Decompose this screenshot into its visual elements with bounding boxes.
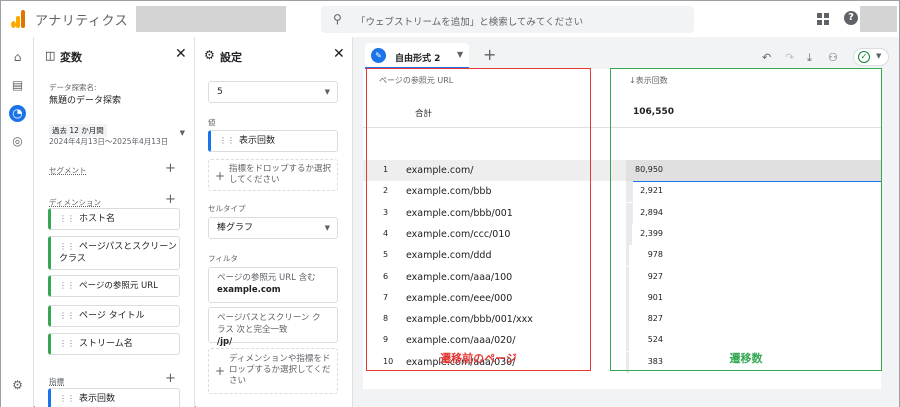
top-bar: アナリティクス ⚲ 「ウェブストリームを追加」と検索してみてください ?: [1, 1, 899, 37]
metric-label: 表示回数: [79, 394, 116, 404]
rows-select[interactable]: 5 ▼: [208, 81, 338, 103]
reports-icon[interactable]: ▤: [9, 77, 26, 94]
filter-condition: ページパスとスクリーン クラス 次と完全一致: [217, 313, 321, 335]
app-title: アナリティクス: [35, 14, 129, 29]
filter-card[interactable]: ページパスとスクリーン クラス 次と完全一致 /jp/: [208, 307, 338, 347]
metric-chip[interactable]: ⋮⋮ 表示回数: [48, 388, 180, 407]
settings-gear-icon: ⚙: [204, 48, 215, 62]
rows-select-value: 5: [217, 87, 223, 97]
variables-icon: ◫: [45, 49, 56, 62]
account-selector[interactable]: [136, 6, 286, 32]
dimension-chip[interactable]: ⋮⋮ ホスト名: [48, 208, 180, 230]
drag-handle-icon[interactable]: ⋮⋮: [59, 242, 75, 251]
date-range-selector[interactable]: 過去 12 か月間 2024年4月13日～2025年4月13日 ▼: [45, 121, 187, 149]
value-chip[interactable]: ⋮⋮ 表示回数: [208, 130, 338, 152]
search-icon: ⚲: [333, 12, 342, 26]
settings-panel: ⚙ 設定 ✕ 5 ▼ 値 ⋮⋮ 表示回数 + 指標をドロップするか選択してください …: [196, 37, 353, 407]
exploration-name-label: データ探索名:: [49, 83, 97, 92]
advertising-icon[interactable]: ◎: [9, 133, 26, 150]
insights-status-button[interactable]: ✓ ▼: [853, 48, 889, 66]
chevron-down-icon: ▼: [324, 224, 330, 232]
cell-type-label: セルタイプ: [208, 204, 246, 213]
drop-dimension-text: ディメンションや指標をドロップするか選択してください: [229, 354, 331, 386]
tab-label: 自由形式 2: [395, 54, 441, 64]
dimension-label: ページ タイトル: [79, 311, 145, 321]
drag-handle-icon[interactable]: ⋮⋮: [219, 136, 235, 145]
chevron-down-icon: ▼: [876, 52, 882, 60]
plus-icon: +: [215, 169, 226, 183]
check-icon: ✓: [858, 51, 870, 63]
left-nav-rail: ⌂ ▤ ◔ ◎ ⚙: [1, 37, 34, 407]
drag-handle-icon[interactable]: ⋮⋮: [59, 311, 75, 320]
chevron-down-icon: ▼: [179, 129, 185, 137]
search-placeholder[interactable]: 「ウェブストリームを追加」と検索してみてください: [356, 14, 583, 28]
drag-handle-icon[interactable]: ⋮⋮: [59, 214, 75, 223]
dimension-label: ページパスとスクリーン クラス: [59, 242, 177, 264]
drop-metric-zone[interactable]: + 指標をドロップするか選択してください: [208, 159, 338, 191]
chevron-down-icon: ▼: [324, 88, 330, 96]
add-tab-icon[interactable]: +: [483, 45, 496, 64]
home-icon[interactable]: ⌂: [9, 49, 26, 66]
filter-value: /jp/: [217, 337, 233, 347]
dimension-label: ページの参照元 URL: [79, 281, 158, 291]
date-range-value: 2024年4月13日～2025年4月13日: [49, 137, 169, 146]
analytics-logo-icon[interactable]: [11, 10, 25, 28]
help-icon[interactable]: ?: [844, 11, 858, 25]
dimensions-label: ディメンション: [49, 198, 101, 207]
dimension-chip[interactable]: ⋮⋮ ページパスとスクリーン クラス: [48, 236, 180, 270]
exploration-name[interactable]: 無題のデータ探索: [49, 93, 121, 106]
filters-label: フィルタ: [208, 254, 238, 263]
values-label: 値: [208, 118, 216, 127]
download-icon[interactable]: ⤓: [807, 51, 812, 65]
drag-handle-icon[interactable]: ⋮⋮: [59, 281, 75, 290]
transitions-caption: 遷移数: [729, 352, 763, 365]
share-icon[interactable]: ⚇: [828, 51, 838, 64]
cell-type-select[interactable]: 棒グラフ ▼: [208, 217, 338, 239]
filter-condition: ページの参照元 URL 含む: [217, 273, 316, 283]
plus-icon: +: [215, 364, 226, 378]
tab-freeform[interactable]: ✎ 自由形式 2 ▼: [365, 43, 469, 69]
tab-bar: ✎ 自由形式 2 ▼ + ↶ ↷ ⤓ ⚇ ✓ ▼: [361, 43, 889, 69]
dimension-chip[interactable]: ⋮⋮ ストリーム名: [48, 333, 180, 355]
settings-gear-icon[interactable]: ⚙: [9, 377, 26, 394]
transitions-annotation-box: 遷移数: [610, 68, 882, 371]
close-variables-icon[interactable]: ✕: [175, 46, 187, 62]
add-dimension-icon[interactable]: +: [165, 192, 176, 207]
metrics-label: 指標: [49, 377, 64, 386]
filter-card[interactable]: ページの参照元 URL 含む example.com: [208, 267, 338, 303]
segments-label: セグメント: [49, 166, 87, 175]
value-chip-label: 表示回数: [239, 136, 276, 146]
redo-icon[interactable]: ↷: [785, 51, 794, 64]
dimension-label: ストリーム名: [79, 339, 133, 349]
settings-title: 設定: [220, 51, 242, 64]
pencil-icon: ✎: [371, 48, 386, 63]
close-settings-icon[interactable]: ✕: [333, 46, 345, 62]
undo-icon[interactable]: ↶: [762, 51, 771, 64]
cell-type-value: 棒グラフ: [217, 223, 254, 233]
apps-grid-icon[interactable]: [817, 13, 829, 25]
drop-dimension-zone[interactable]: + ディメンションや指標をドロップするか選択してください: [208, 348, 338, 394]
variables-panel: ◫ 変数 ✕ データ探索名: 無題のデータ探索 過去 12 か月間 2024年4…: [35, 37, 195, 407]
variables-title: 変数: [60, 51, 82, 64]
add-metric-icon[interactable]: +: [165, 371, 176, 386]
dimension-label: ホスト名: [79, 214, 116, 224]
dimension-chip[interactable]: ⋮⋮ ページ タイトル: [48, 305, 180, 327]
add-segment-icon[interactable]: +: [165, 161, 176, 176]
search-bar[interactable]: ⚲ 「ウェブストリームを追加」と検索してみてください: [321, 6, 694, 33]
dimension-chip[interactable]: ⋮⋮ ページの参照元 URL: [48, 275, 180, 297]
drag-handle-icon[interactable]: ⋮⋮: [59, 339, 75, 348]
source-pages-annotation-box: 遷移前のページ: [366, 68, 591, 371]
drag-handle-icon[interactable]: ⋮⋮: [59, 394, 75, 403]
avatar[interactable]: [860, 6, 897, 32]
filter-value: example.com: [217, 285, 281, 295]
drop-metric-text: 指標をドロップするか選択してください: [229, 164, 332, 185]
source-pages-caption: 遷移前のページ: [440, 352, 517, 365]
explore-icon[interactable]: ◔: [9, 105, 26, 122]
chevron-down-icon[interactable]: ▼: [457, 50, 463, 59]
